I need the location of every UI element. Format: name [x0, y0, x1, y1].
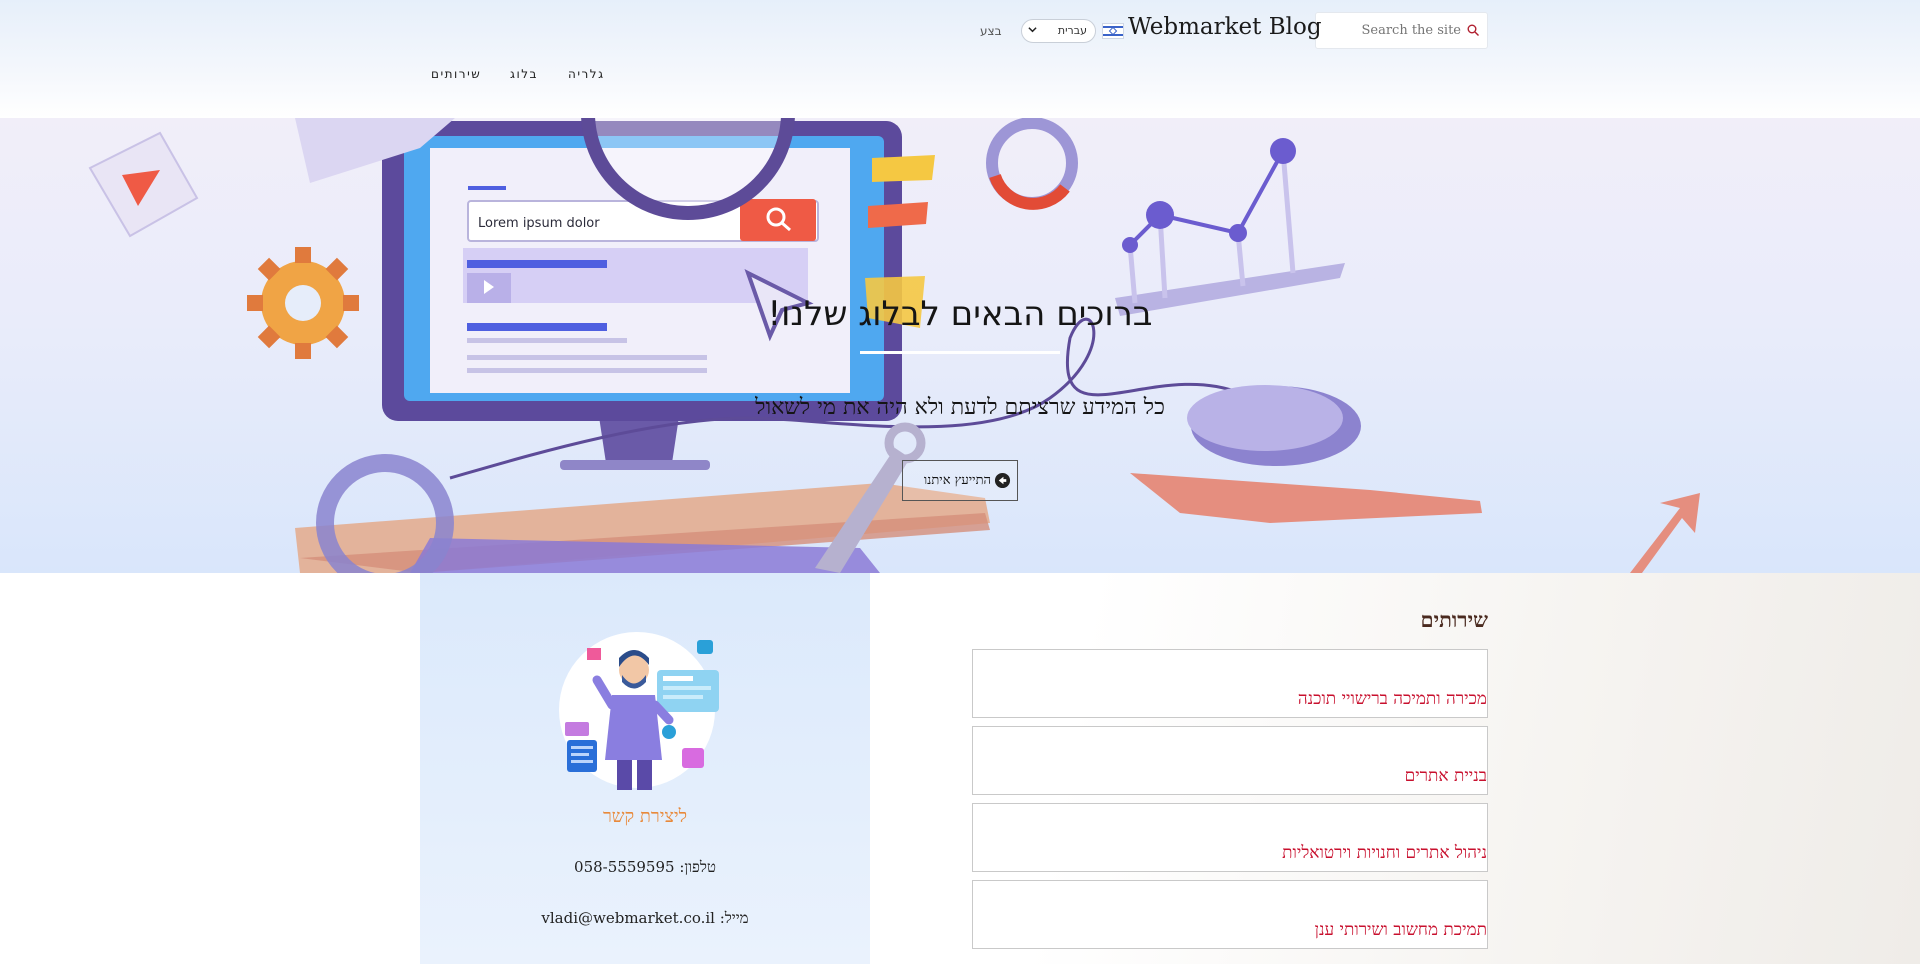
service-card-web-building[interactable]: בניית אתרים [972, 726, 1488, 795]
chevron-down-icon [1028, 27, 1037, 33]
site-title[interactable]: Webmarket Blog [1128, 14, 1322, 40]
contact-phone: טלפון: 058-5559595 [574, 858, 716, 876]
service-card-it-cloud[interactable]: תמיכת מחשוב ושירותי ענן [972, 880, 1488, 949]
nav-item-gallery[interactable]: גלריה [568, 67, 605, 81]
service-card-label: מכירה ותמיכה ברישויי תוכנה [1297, 689, 1487, 709]
language-select[interactable]: עברית [1021, 19, 1096, 43]
arrow-circle-icon [994, 472, 1011, 489]
consult-button[interactable]: התייעץ איתנו [902, 460, 1018, 501]
service-card-label: תמיכת מחשוב ושירותי ענן [1314, 920, 1487, 940]
service-card-site-management[interactable]: ניהול אתרים וחנויות וירטואליות [972, 803, 1488, 872]
hero-divider [860, 351, 1060, 354]
service-card-software-licensing[interactable]: מכירה ותמיכה ברישויי תוכנה [972, 649, 1488, 718]
search-box[interactable] [1315, 12, 1488, 49]
contact-card: ליצירת קשר טלפון: 058-5559595 מייל: vlad… [420, 573, 870, 964]
israel-flag-icon [1102, 23, 1124, 39]
nav-item-blog[interactable]: בלוג [510, 67, 538, 81]
contact-email[interactable]: מייל: vladi@webmarket.co.il [420, 909, 870, 928]
language-select-value: עברית [1057, 24, 1087, 37]
hero-subtitle: כל המידע שרציתם לדעת ולא היה את מי לשאול [755, 395, 1165, 420]
developer-avatar-illustration [559, 632, 719, 790]
consult-button-label: התייעץ איתנו [923, 473, 991, 488]
nav-item-services[interactable]: שירותים [431, 67, 481, 81]
header-link[interactable]: בצע [980, 24, 1002, 38]
search-icon[interactable] [1467, 24, 1479, 36]
hero-title: ברוכים הבאים לבלוג שלנו! [767, 294, 1153, 334]
content-section [0, 573, 1920, 964]
contact-title: ליצירת קשר [602, 806, 688, 827]
service-card-label: בניית אתרים [1404, 766, 1487, 786]
screen-search-text: Lorem ipsum dolor [478, 216, 600, 231]
services-title: שירותים [1420, 607, 1488, 632]
hero-banner: Lorem ipsum dolor ברוכים הבאים לבלוג שלנ… [0, 118, 1920, 573]
search-input[interactable] [1316, 13, 1487, 48]
service-card-label: ניהול אתרים וחנויות וירטואליות [1282, 843, 1487, 863]
site-header: Webmarket Blog עברית בצע גלריה בלוג שירו… [0, 0, 1920, 118]
hero-illustration: Lorem ipsum dolor [88, 118, 1700, 573]
